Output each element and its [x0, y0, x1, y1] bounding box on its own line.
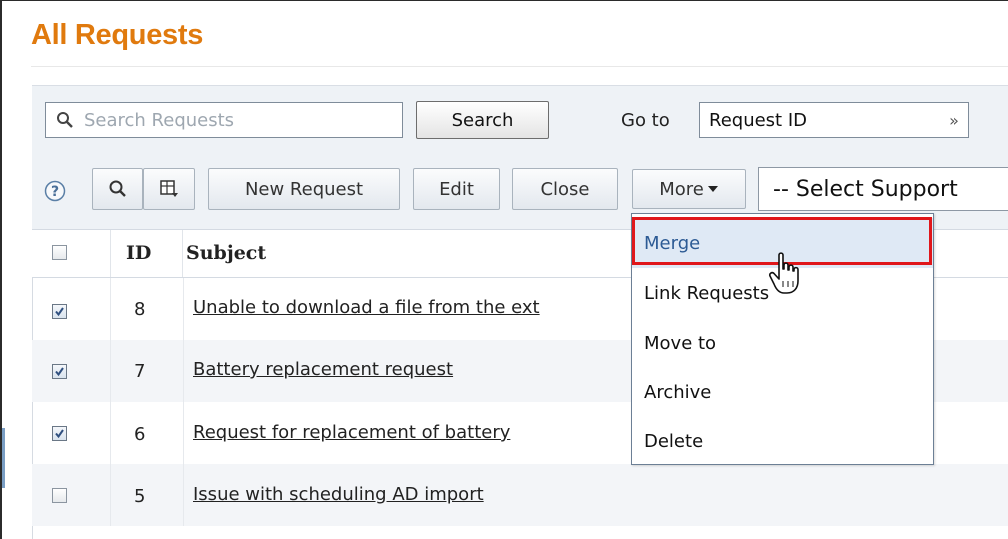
search-button[interactable]: Search: [416, 101, 549, 139]
row-checkbox[interactable]: [52, 426, 67, 441]
row-subject-link[interactable]: Request for replacement of battery: [193, 422, 510, 443]
row-checkbox[interactable]: [52, 488, 67, 503]
search-icon: [109, 180, 126, 197]
edit-button[interactable]: Edit: [413, 168, 500, 210]
page-title: All Requests: [31, 19, 204, 51]
row-id: 5: [134, 486, 146, 507]
menu-item-move-to[interactable]: Move to: [632, 318, 933, 368]
new-request-button[interactable]: New Request: [208, 168, 400, 210]
id-column-cell: [110, 402, 184, 464]
row-id: 8: [134, 299, 146, 320]
search-icon: [57, 112, 73, 128]
goto-value: Request ID: [709, 109, 808, 131]
close-button[interactable]: Close: [512, 168, 618, 210]
more-label: More: [659, 178, 704, 200]
help-icon[interactable]: ?: [44, 180, 66, 202]
goto-label: Go to: [621, 110, 670, 131]
column-header-id: ID: [126, 242, 152, 264]
check-icon: [55, 367, 64, 377]
goto-select[interactable]: Request ID: [699, 102, 969, 138]
support-group-select[interactable]: -- Select Support: [758, 167, 1008, 211]
table-row: [32, 464, 1008, 526]
id-column-cell: [110, 278, 184, 340]
row-subject-link[interactable]: Unable to download a file from the ext: [193, 297, 540, 318]
row-subject-link[interactable]: Battery replacement request: [193, 359, 453, 380]
more-button[interactable]: More: [632, 169, 746, 209]
row-checkbox[interactable]: [52, 304, 67, 319]
menu-item-delete[interactable]: Delete: [632, 416, 933, 466]
select-all-checkbox[interactable]: [52, 245, 67, 260]
row-subject-link[interactable]: Issue with scheduling AD import: [193, 484, 484, 505]
row-id: 6: [134, 424, 146, 445]
search-placeholder: Search Requests: [84, 109, 235, 131]
title-divider: [31, 66, 1008, 67]
filter-search-button[interactable]: [92, 168, 143, 210]
check-icon: [55, 307, 64, 317]
id-column-cell: [110, 464, 184, 526]
header-check-cell: [32, 230, 111, 277]
menu-item-archive[interactable]: Archive: [632, 367, 933, 417]
column-chooser-button[interactable]: [143, 168, 195, 210]
search-input[interactable]: Search Requests: [45, 102, 403, 138]
svg-text:?: ?: [51, 184, 59, 200]
column-header-subject[interactable]: Subject: [186, 242, 266, 264]
window-frame-top: [0, 0, 1008, 1]
row-checkbox[interactable]: [52, 364, 67, 379]
columns-icon: [160, 180, 178, 197]
support-group-value: -- Select Support: [773, 176, 958, 202]
id-column-cell: [110, 340, 184, 402]
goto-arrow-icon[interactable]: »: [940, 104, 968, 136]
frame-accent: [2, 428, 5, 488]
check-icon: [55, 429, 64, 439]
hand-cursor-icon: [769, 252, 799, 294]
caret-down-icon: [707, 186, 718, 192]
row-id: 7: [134, 361, 146, 382]
